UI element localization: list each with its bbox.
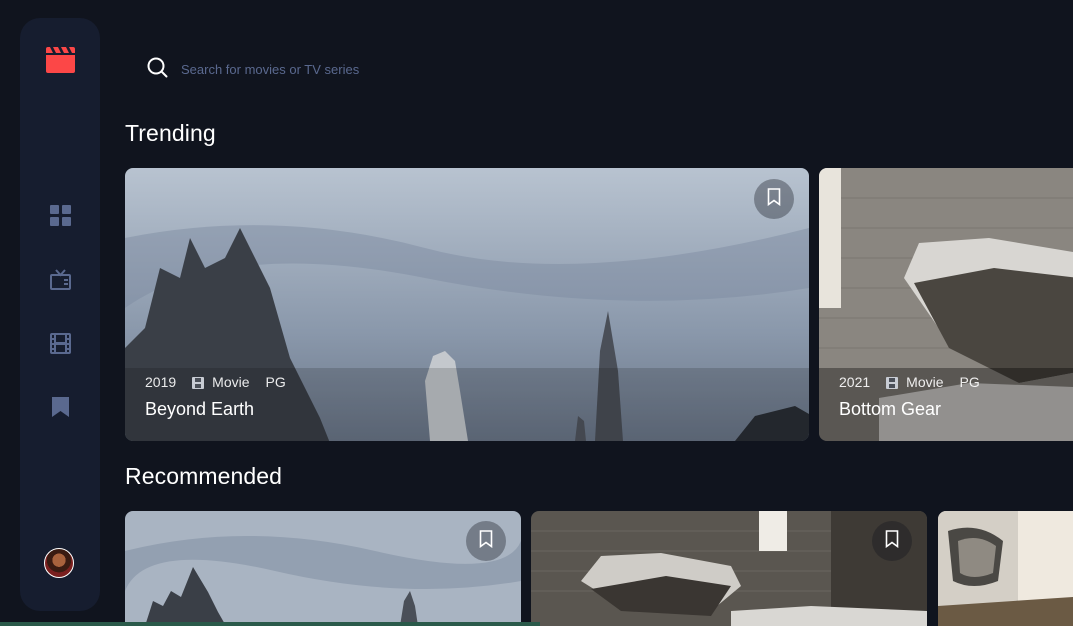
recommended-card-3-image bbox=[938, 511, 1073, 626]
recommended-card-2-image bbox=[531, 511, 927, 626]
bookmark-empty-icon bbox=[885, 530, 899, 552]
nav-home-grid-icon[interactable] bbox=[49, 204, 71, 226]
bookmark-empty-icon bbox=[479, 530, 493, 552]
film-icon bbox=[192, 376, 205, 389]
trending-card-1[interactable]: 2019 Movie PG Beyond Earth bbox=[125, 168, 809, 441]
year: 2019 bbox=[145, 374, 177, 390]
trending-card-1-meta: 2019 Movie PG bbox=[145, 374, 286, 390]
category: Movie bbox=[906, 374, 944, 390]
bookmark-button[interactable] bbox=[754, 179, 794, 219]
clapperboard-icon[interactable] bbox=[44, 46, 77, 74]
recommended-card-1[interactable] bbox=[125, 511, 521, 626]
trending-heading: Trending bbox=[125, 120, 216, 146]
year: 2021 bbox=[839, 374, 871, 390]
recommended-card-3[interactable] bbox=[938, 511, 1073, 626]
rating: PG bbox=[265, 374, 286, 390]
trending-card-2[interactable]: 2021 Movie PG Bottom Gear bbox=[819, 168, 1073, 441]
avatar[interactable] bbox=[44, 548, 74, 578]
nav-bookmark-icon[interactable] bbox=[49, 396, 71, 418]
bookmark-button[interactable] bbox=[466, 521, 506, 561]
horizontal-scrollbar[interactable] bbox=[0, 622, 540, 626]
nav-tv-icon[interactable] bbox=[49, 268, 71, 290]
search-input[interactable] bbox=[181, 61, 781, 77]
trending-card-2-title: Bottom Gear bbox=[839, 399, 942, 419]
nav-movies-film-icon[interactable] bbox=[49, 332, 71, 354]
bookmark-empty-icon bbox=[767, 188, 781, 210]
recommended-card-2[interactable] bbox=[531, 511, 927, 626]
recommended-card-1-image bbox=[125, 511, 521, 626]
trending-card-1-title: Beyond Earth bbox=[145, 399, 255, 419]
search-bar bbox=[147, 57, 847, 82]
category: Movie bbox=[212, 374, 250, 390]
trending-card-2-meta: 2021 Movie PG bbox=[839, 374, 980, 390]
bookmark-button[interactable] bbox=[872, 521, 912, 561]
recommended-heading: Recommended bbox=[125, 463, 283, 489]
sidebar bbox=[20, 18, 100, 611]
film-icon bbox=[886, 376, 899, 389]
rating: PG bbox=[959, 374, 980, 390]
search-icon bbox=[147, 57, 168, 82]
